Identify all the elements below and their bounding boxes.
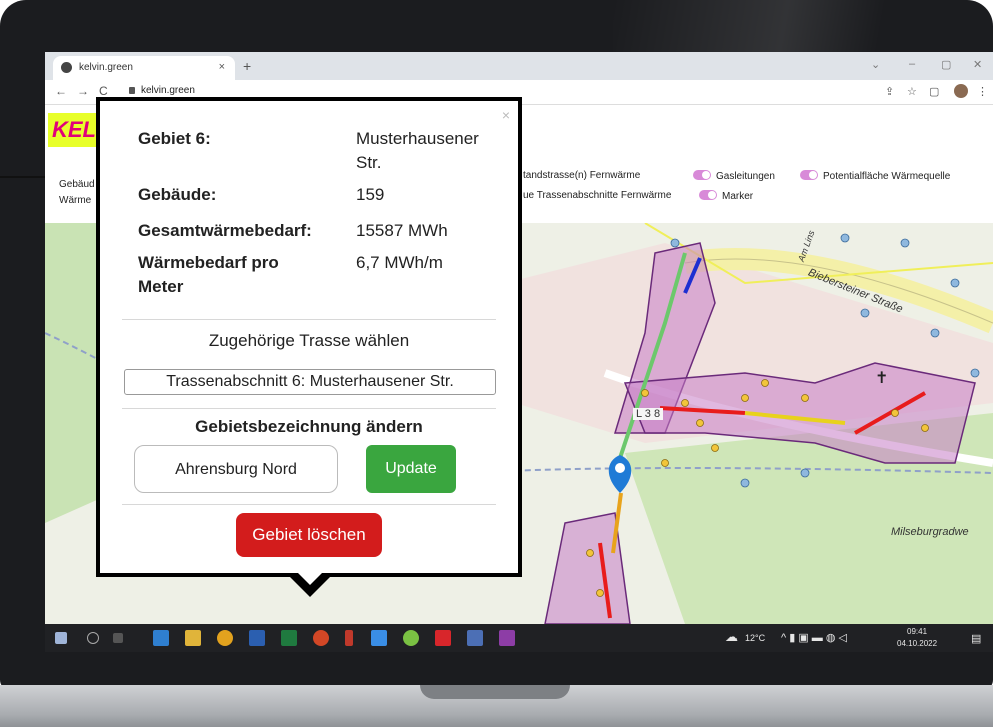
legend-fernwaerme: tandstrasse(n) Fernwärme — [523, 170, 641, 181]
info-key: Wärmebedarf pro Meter — [138, 253, 279, 296]
popup-close-icon[interactable]: × — [502, 107, 510, 123]
bezel-glare — [613, 0, 993, 60]
info-key: Gebäude: — [138, 185, 217, 204]
trasse-select[interactable]: Trassenabschnitt 6: Musterhausener Str. — [124, 369, 496, 395]
callout-line — [0, 176, 45, 178]
new-tab-button[interactable]: + — [243, 58, 251, 74]
explorer-icon[interactable] — [185, 630, 201, 646]
search-icon[interactable] — [87, 632, 99, 644]
lock-icon — [129, 87, 135, 94]
info-value: Musterhausener Str. — [356, 129, 479, 172]
legend-trassen: ue Trassenabschnitte Fernwärme — [523, 190, 672, 201]
back-icon[interactable]: ← — [55, 84, 67, 98]
clock-date[interactable]: 04.10.2022 — [897, 639, 937, 648]
legend-waerme: Wärme — [59, 195, 92, 206]
toggle-icon — [800, 170, 818, 180]
url-field[interactable]: kelvin.green — [129, 85, 195, 96]
legend-marker-label: Marker — [722, 191, 754, 202]
browser-tab[interactable]: kelvin.green × — [53, 56, 235, 80]
close-window-button[interactable]: ✕ — [973, 58, 982, 71]
share-icon[interactable]: ⇪ — [885, 85, 894, 98]
info-value: 15587 MWh — [356, 221, 448, 240]
info-key: Gebiet 6: — [138, 129, 211, 148]
task-view-icon[interactable] — [113, 633, 123, 643]
tray-icons[interactable]: ^ ▮ ▣ ▬ ◍ ◁ — [781, 631, 847, 644]
profile-avatar[interactable] — [954, 84, 968, 98]
area-name-input[interactable]: Ahrensburg Nord — [134, 445, 338, 493]
side-panel-icon[interactable]: ▢ — [929, 85, 939, 98]
teams-icon[interactable] — [467, 630, 483, 646]
notification-icon[interactable]: ▤ — [971, 632, 981, 645]
toggle-icon — [699, 190, 717, 200]
taskbar: ☁ 12°C ^ ▮ ▣ ▬ ◍ ◁ 09:41 04.10.2022 ▤ — [45, 624, 993, 652]
minimize-button[interactable]: – — [909, 58, 915, 70]
app-icon[interactable] — [371, 630, 387, 646]
divider — [122, 408, 496, 409]
chrome-icon[interactable] — [217, 630, 233, 646]
legend-marker-toggle[interactable]: Marker — [699, 190, 753, 202]
url-text: kelvin.green — [141, 85, 195, 96]
excel-icon[interactable] — [281, 630, 297, 646]
legend-gas-toggle[interactable]: Gasleitungen — [693, 170, 775, 182]
info-value: 6,7 MWh/m — [356, 253, 443, 272]
word-icon[interactable] — [249, 630, 265, 646]
reload-icon[interactable]: C — [99, 84, 108, 98]
info-value: 159 — [356, 185, 385, 204]
qgis-icon[interactable] — [403, 630, 419, 646]
temperature: 12°C — [745, 633, 766, 643]
info-key: Gesamtwärmebedarf: — [138, 221, 312, 240]
laptop-notch — [420, 685, 570, 699]
app-icon[interactable] — [345, 630, 353, 646]
browser-tabbar: kelvin.green × + ⌄ – ▢ ✕ — [45, 52, 993, 80]
area-popup: × Gebiet 6: Musterhausener Str. Gebäude:… — [96, 97, 522, 577]
outlook-icon[interactable] — [153, 630, 169, 646]
delete-area-button[interactable]: Gebiet löschen — [236, 513, 382, 557]
bookmark-star-icon[interactable]: ☆ — [907, 85, 917, 98]
legend-gas-label: Gasleitungen — [716, 171, 775, 182]
legend-gebaeude: Gebäud — [59, 179, 95, 190]
cloud-icon: ☁ — [725, 629, 738, 644]
globe-icon — [61, 62, 72, 73]
menu-icon[interactable]: ⋮ — [977, 85, 988, 98]
tab-close-icon[interactable]: × — [219, 61, 225, 73]
legend-potential-label: Potentialfläche Wärmequelle — [823, 171, 951, 182]
update-button[interactable]: Update — [366, 445, 456, 493]
road-sign: L 3 8 — [633, 408, 664, 420]
clock-time[interactable]: 09:41 — [907, 627, 927, 636]
tab-search-icon[interactable]: ⌄ — [871, 58, 880, 71]
legend-potential-toggle[interactable]: Potentialfläche Wärmequelle — [800, 170, 950, 182]
powerpoint-icon[interactable] — [313, 630, 329, 646]
windows-start-icon[interactable] — [55, 632, 67, 644]
trasse-heading: Zugehörige Trasse wählen — [208, 331, 410, 350]
tab-title: kelvin.green — [79, 62, 133, 73]
svg-text:✝: ✝ — [875, 370, 888, 387]
divider — [122, 504, 496, 505]
acrobat-icon[interactable] — [435, 630, 451, 646]
popup-pointer-fill — [296, 571, 324, 585]
rename-heading: Gebietsbezeichnung ändern — [195, 417, 423, 436]
divider — [122, 319, 496, 320]
maximize-button[interactable]: ▢ — [941, 58, 951, 71]
forward-icon[interactable]: → — [77, 84, 89, 98]
toggle-icon — [693, 170, 711, 180]
street-label: Milseburgradwe — [891, 526, 969, 538]
app-icon[interactable] — [499, 630, 515, 646]
